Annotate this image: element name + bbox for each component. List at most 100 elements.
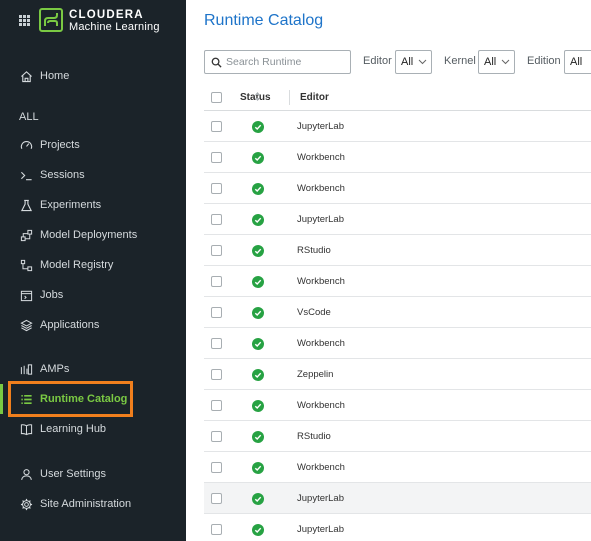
filter-bar: Editor All Kernel All Edition All (204, 50, 591, 74)
jobs-icon (19, 288, 33, 302)
status-ok-icon (252, 121, 264, 133)
sidebar-item-applications[interactable]: Applications (0, 310, 186, 340)
sidebar-item-model-registry[interactable]: Model Registry (0, 250, 186, 280)
row-checkbox[interactable] (211, 524, 222, 535)
edition-filter-label: Edition (527, 55, 561, 67)
editor-filter-label: Editor (363, 55, 392, 67)
table-row[interactable]: RStudio (204, 235, 591, 266)
status-ok-icon (252, 338, 264, 350)
sidebar-item-learning-hub[interactable]: Learning Hub (0, 414, 186, 444)
editor-cell: JupyterLab (297, 493, 345, 504)
sidebar-item-label: Applications (40, 319, 100, 331)
brand-name: CLOUDERA Machine Learning (69, 9, 160, 33)
table-row[interactable]: JupyterLab (204, 111, 591, 142)
sidebar: CLOUDERA Machine Learning Home ALL Proje… (0, 0, 186, 541)
row-checkbox[interactable] (211, 431, 222, 442)
row-checkbox[interactable] (211, 307, 222, 318)
status-ok-icon (252, 524, 264, 536)
status-ok-icon (252, 462, 264, 474)
table-row[interactable]: JupyterLab (204, 204, 591, 235)
kernel-filter-select[interactable]: All (478, 50, 515, 74)
amps-icon (19, 362, 33, 376)
kernel-filter-value: All (484, 56, 497, 68)
sidebar-item-amps[interactable]: AMPs (0, 354, 186, 384)
edition-filter-value: All (570, 56, 583, 68)
runtime-table: Status Editor JupyterLab Workbench Workben… (204, 84, 591, 541)
editor-cell: RStudio (297, 245, 331, 256)
status-ok-icon (252, 276, 264, 288)
editor-cell: JupyterLab (297, 214, 345, 225)
row-checkbox[interactable] (211, 121, 222, 132)
row-checkbox[interactable] (211, 214, 222, 225)
table-row[interactable]: Workbench (204, 142, 591, 173)
sort-icon[interactable] (254, 91, 261, 102)
sidebar-item-user-settings[interactable]: User Settings (0, 459, 186, 489)
table-row[interactable]: JupyterLab (204, 483, 591, 514)
row-checkbox[interactable] (211, 493, 222, 504)
gauge-icon (19, 138, 33, 152)
sidebar-item-experiments[interactable]: Experiments (0, 190, 186, 220)
status-ok-icon (252, 245, 264, 257)
table-row[interactable]: Workbench (204, 173, 591, 204)
editor-filter-select[interactable]: All (395, 50, 432, 74)
sidebar-item-label: Experiments (40, 199, 102, 211)
sidebar-item-home[interactable]: Home (0, 61, 186, 91)
app-grid-icon[interactable] (19, 15, 30, 26)
select-all-checkbox[interactable] (211, 92, 222, 103)
status-ok-icon (252, 214, 264, 226)
search-input[interactable] (226, 56, 346, 68)
row-checkbox[interactable] (211, 152, 222, 163)
deploy-icon (19, 228, 33, 242)
editor-cell: RStudio (297, 431, 331, 442)
table-row[interactable]: Workbench (204, 452, 591, 483)
sidebar-item-label: Site Administration (40, 498, 132, 510)
row-checkbox[interactable] (211, 183, 222, 194)
table-row[interactable]: VsCode (204, 297, 591, 328)
editor-cell: VsCode (297, 307, 331, 318)
row-checkbox[interactable] (211, 462, 222, 473)
cloudera-logo-icon[interactable] (39, 8, 63, 32)
table-row[interactable]: Workbench (204, 328, 591, 359)
flask-icon (19, 198, 33, 212)
chevron-down-icon (501, 59, 510, 65)
column-header-editor[interactable]: Editor (300, 92, 329, 103)
editor-cell: JupyterLab (297, 524, 345, 535)
row-checkbox[interactable] (211, 400, 222, 411)
table-row[interactable]: JupyterLab (204, 514, 591, 541)
search-box[interactable] (204, 50, 351, 74)
sidebar-item-label: AMPs (40, 363, 70, 375)
terminal-icon (19, 168, 33, 182)
search-icon (211, 57, 222, 68)
sidebar-item-sessions[interactable]: Sessions (0, 160, 186, 190)
sidebar-item-model-deployments[interactable]: Model Deployments (0, 220, 186, 250)
editor-cell: JupyterLab (297, 121, 345, 132)
table-row[interactable]: Zeppelin (204, 359, 591, 390)
table-body: JupyterLab Workbench Workbench JupyterLab RS… (204, 111, 591, 541)
row-checkbox[interactable] (211, 245, 222, 256)
table-row[interactable]: Workbench (204, 390, 591, 421)
edition-filter-select[interactable]: All (564, 50, 591, 74)
row-checkbox[interactable] (211, 338, 222, 349)
brand-header: CLOUDERA Machine Learning (0, 0, 186, 42)
sidebar-item-label: Model Registry (40, 259, 114, 271)
sidebar-item-projects[interactable]: Projects (0, 130, 186, 160)
editor-cell: Workbench (297, 338, 345, 349)
sidebar-item-jobs[interactable]: Jobs (0, 280, 186, 310)
registry-icon (19, 258, 33, 272)
sidebar-item-label: Projects (40, 139, 80, 151)
row-checkbox[interactable] (211, 276, 222, 287)
table-header: Status Editor (204, 84, 591, 111)
table-row[interactable]: RStudio (204, 421, 591, 452)
editor-cell: Workbench (297, 400, 345, 411)
sidebar-item-site-administration[interactable]: Site Administration (0, 489, 186, 519)
main-content: Runtime Catalog Editor All Kernel All Ed… (186, 0, 591, 541)
status-ok-icon (252, 307, 264, 319)
sidebar-item-label: Home (40, 70, 70, 82)
status-ok-icon (252, 152, 264, 164)
row-checkbox[interactable] (211, 369, 222, 380)
status-ok-icon (252, 431, 264, 443)
sidebar-item-label: Learning Hub (40, 423, 107, 435)
table-row[interactable]: Workbench (204, 266, 591, 297)
editor-cell: Workbench (297, 276, 345, 287)
kernel-filter-label: Kernel (444, 55, 476, 67)
